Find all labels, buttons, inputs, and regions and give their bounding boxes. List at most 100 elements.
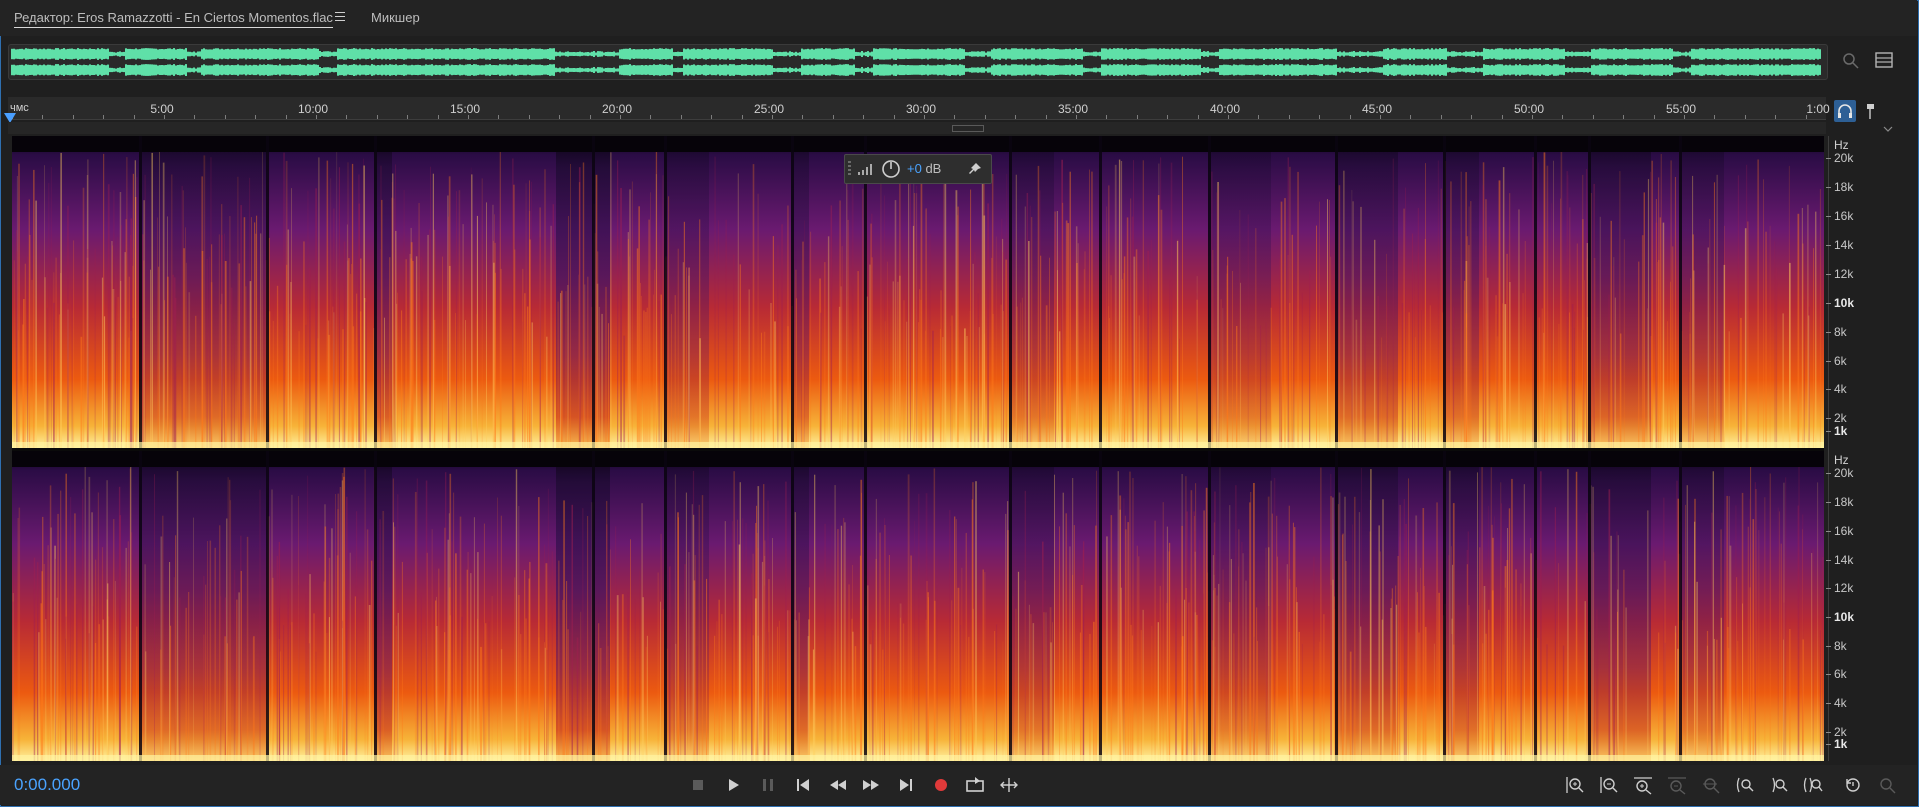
- frequency-tick: [1826, 418, 1831, 419]
- ruler-tick: [225, 115, 226, 119]
- ruler-tick: [772, 115, 773, 119]
- ruler-tick: [1684, 115, 1685, 119]
- panel-list-icon[interactable]: [1874, 50, 1894, 70]
- ruler-tick: [1228, 115, 1229, 119]
- rewind-icon[interactable]: [827, 774, 849, 796]
- zoom-selection-icon[interactable]: [1840, 50, 1860, 70]
- tab-editor[interactable]: Редактор: Eros Ramazzotti - En Ciertos M…: [14, 10, 333, 28]
- frequency-unit: Hz: [1834, 138, 1849, 152]
- zoom-reset-icon[interactable]: [1876, 774, 1898, 796]
- frequency-label: 10k: [1834, 610, 1855, 624]
- frequency-tick: [1826, 303, 1831, 304]
- current-time-display[interactable]: 0:00.000: [14, 775, 80, 795]
- play-icon[interactable]: [722, 774, 744, 796]
- overview-waveform[interactable]: [8, 44, 1828, 80]
- hud-grip[interactable]: [848, 161, 851, 177]
- frequency-label: 6k: [1834, 667, 1847, 681]
- ruler-tick: [1350, 115, 1351, 119]
- pause-icon[interactable]: [757, 774, 779, 796]
- ruler-label: 30:00: [905, 102, 937, 116]
- ruler-tick: [1289, 115, 1290, 119]
- chevron-down-icon[interactable]: [1882, 125, 1894, 133]
- zoom-history-icon[interactable]: [1842, 774, 1864, 796]
- ruler-tick: [985, 115, 986, 119]
- ruler-tick: [1654, 115, 1655, 119]
- ruler-tick: [650, 115, 651, 119]
- frequency-tick: [1826, 431, 1831, 432]
- ruler-tick: [1562, 115, 1563, 119]
- frequency-tick: [1826, 744, 1831, 745]
- ruler-tick: [407, 115, 408, 119]
- zoom-in-point-icon[interactable]: [1734, 774, 1756, 796]
- tab-menu-icon[interactable]: [335, 12, 345, 22]
- ruler-tick: [620, 115, 621, 119]
- go-to-end-icon[interactable]: [895, 774, 917, 796]
- frequency-axis-left: Hz 20k 18k 16k 14k 12k 10k 8k 6k 4k 2k 1k: [1826, 136, 1906, 448]
- frequency-label: 14k: [1834, 553, 1854, 567]
- tab-bar: Редактор: Eros Ramazzotti - En Ciertos M…: [0, 0, 1917, 36]
- zoom-out-point-icon[interactable]: [1768, 774, 1790, 796]
- frequency-label: 2k: [1834, 411, 1847, 425]
- ruler-tick: [1532, 115, 1533, 119]
- ruler-label: 45:00: [1361, 102, 1393, 116]
- ruler-tick: [1806, 115, 1807, 119]
- ruler-tick: [1319, 115, 1320, 119]
- zoom-to-selection-icon[interactable]: [1802, 774, 1824, 796]
- ruler-tick: [1502, 115, 1503, 119]
- frequency-tick: [1826, 216, 1831, 217]
- ruler-tick: [863, 115, 864, 119]
- ruler-tick: [346, 115, 347, 119]
- vertical-scroll-bar[interactable]: [8, 122, 1826, 134]
- ruler-tick: [194, 115, 195, 119]
- axis-frame: [1828, 136, 1829, 761]
- ruler-tick: [954, 115, 955, 119]
- zoom-out-full-icon[interactable]: [1700, 774, 1722, 796]
- stop-icon[interactable]: [687, 774, 709, 796]
- tab-mixer[interactable]: Микшер: [371, 10, 420, 25]
- frequency-label: 1k: [1834, 424, 1848, 438]
- ruler-tick: [73, 115, 74, 119]
- gain-value[interactable]: +0 dB: [907, 161, 941, 176]
- fast-forward-icon[interactable]: [860, 774, 882, 796]
- ruler-label: 10:00: [297, 102, 329, 116]
- zoom-in-amplitude-icon[interactable]: [1564, 774, 1586, 796]
- pin-icon[interactable]: [967, 161, 983, 177]
- frequency-label: 16k: [1834, 209, 1854, 223]
- frequency-tick: [1826, 674, 1831, 675]
- frequency-tick: [1826, 187, 1831, 188]
- record-icon[interactable]: [930, 774, 952, 796]
- headphones-icon[interactable]: [1834, 100, 1856, 122]
- frequency-tick: [1826, 473, 1831, 474]
- ruler-tick: [438, 115, 439, 119]
- marker-icon[interactable]: [1862, 101, 1882, 121]
- ruler-tick: [559, 115, 560, 119]
- ruler-tick: [377, 115, 378, 119]
- ruler-tick: [1714, 115, 1715, 119]
- frequency-tick: [1826, 389, 1831, 390]
- ruler-tick: [286, 115, 287, 119]
- frequency-unit: Hz: [1834, 453, 1849, 467]
- spectrogram-right-channel[interactable]: [12, 451, 1824, 761]
- gain-knob-icon[interactable]: [881, 159, 901, 179]
- zoom-out-amplitude-icon[interactable]: [1598, 774, 1620, 796]
- ruler-label: 15:00: [449, 102, 481, 116]
- ruler-tick: [134, 115, 135, 119]
- ruler-tick: [742, 115, 743, 119]
- go-to-start-icon[interactable]: [792, 774, 814, 796]
- ruler-label: 20:00: [601, 102, 633, 116]
- frequency-axis-right: Hz 20k 18k 16k 14k 12k 10k 8k 6k 4k 2k 1k: [1826, 451, 1906, 761]
- skip-silence-icon[interactable]: [998, 774, 1020, 796]
- scroll-grip[interactable]: [952, 125, 984, 132]
- ruler-tick: [1015, 115, 1016, 119]
- zoom-in-time-icon[interactable]: [1632, 774, 1654, 796]
- transport-bar: 0:00.000: [0, 765, 1917, 805]
- ruler-tick: [255, 115, 256, 119]
- ruler-tick: [894, 115, 895, 119]
- ruler-tick: [711, 115, 712, 119]
- loop-playback-icon[interactable]: [964, 774, 986, 796]
- zoom-out-time-icon[interactable]: [1666, 774, 1688, 796]
- gain-hud[interactable]: +0 dB: [844, 154, 992, 184]
- time-ruler[interactable]: чмс 5:00 10:00 15:00 20:00 25:00 30:00 35:00 40…: [8, 97, 1830, 120]
- frequency-tick: [1826, 502, 1831, 503]
- ruler-tick: [802, 115, 803, 119]
